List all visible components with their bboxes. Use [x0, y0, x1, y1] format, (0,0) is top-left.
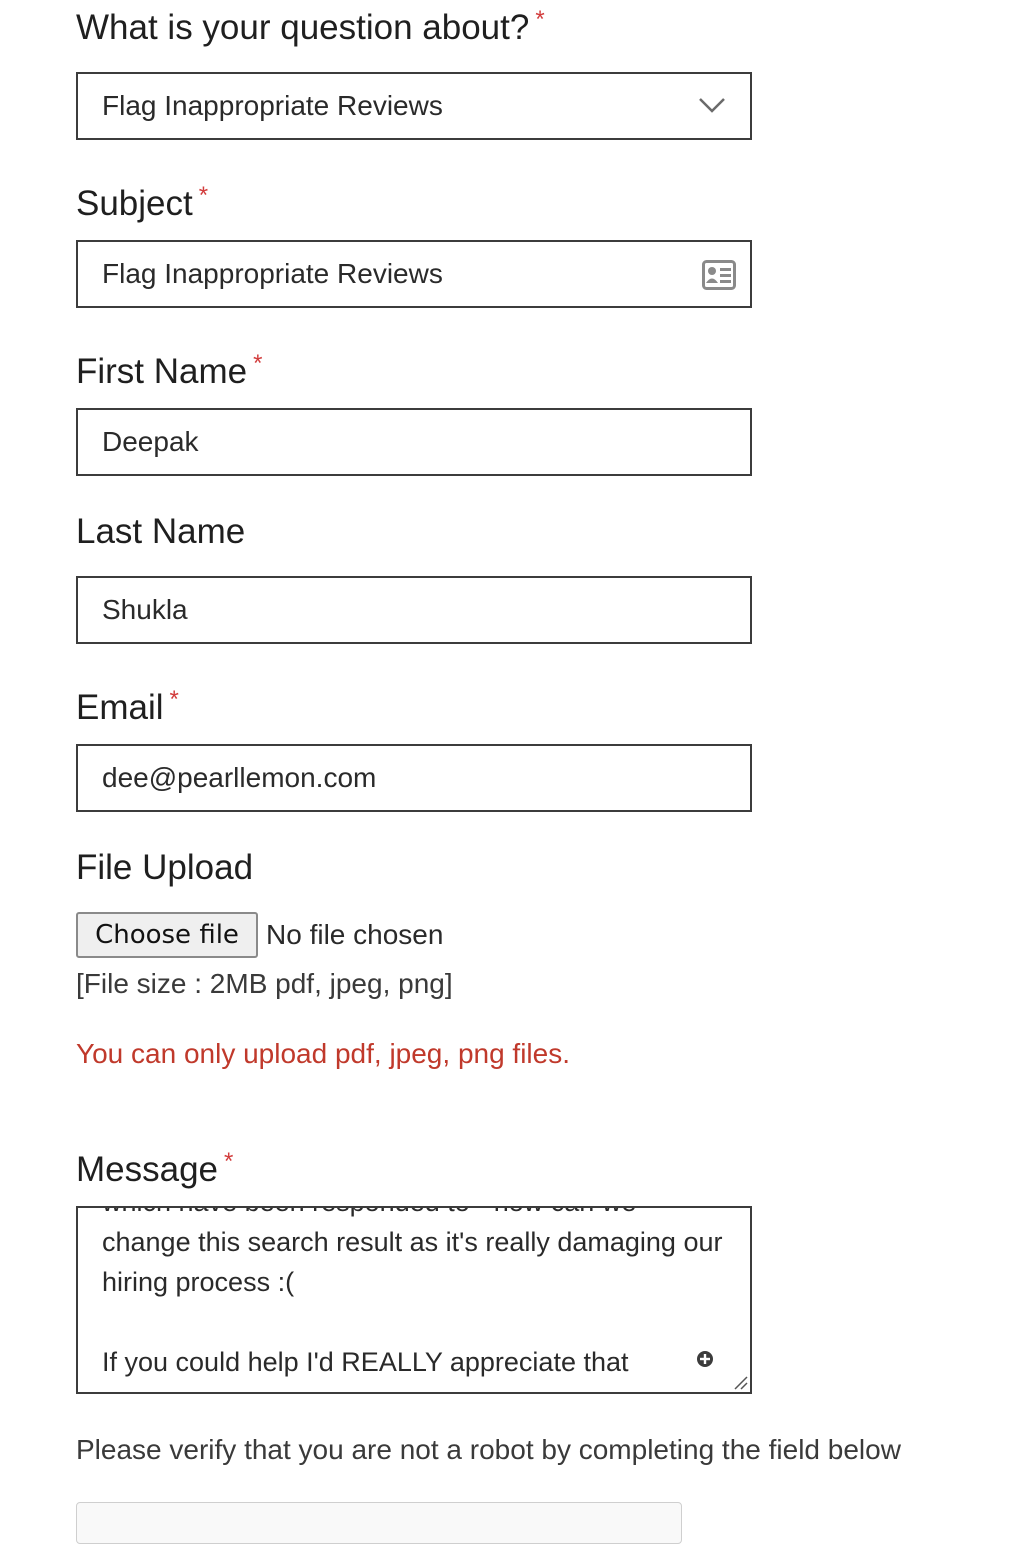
question-label: What is your question about? *	[76, 0, 545, 48]
file-status: No file chosen	[266, 919, 444, 950]
captcha-widget[interactable]	[76, 1502, 682, 1544]
expand-plus-icon[interactable]	[696, 1350, 714, 1368]
file-size-hint: [File size : 2MB pdf, jpeg, png]	[76, 968, 453, 999]
chevron-down-icon	[699, 98, 725, 113]
file-type-error: You can only upload pdf, jpeg, png files…	[76, 1038, 571, 1069]
message-line: If you could help I'd REALLY appreciate …	[102, 1347, 629, 1377]
message-line: change this search result as it's really…	[102, 1227, 723, 1257]
required-asterisk: *	[169, 686, 179, 713]
last-name-label-text: Last Name	[76, 512, 246, 551]
email-value: dee@pearllemon.com	[102, 762, 377, 793]
message-label: Message *	[76, 1142, 233, 1190]
last-name-input[interactable]: Shukla	[76, 576, 752, 644]
subject-input[interactable]: Flag Inappropriate Reviews	[76, 240, 752, 308]
first-name-label: First Name *	[76, 344, 262, 392]
last-name-label: Last Name	[76, 512, 245, 552]
required-asterisk: *	[253, 350, 263, 377]
required-asterisk: *	[535, 6, 545, 33]
captcha-instructions: Please verify that you are not a robot b…	[76, 1434, 901, 1465]
first-name-label-text: First Name	[76, 352, 248, 391]
subject-input-value: Flag Inappropriate Reviews	[102, 258, 443, 289]
contact-card-icon[interactable]	[702, 260, 736, 290]
message-line: hiring process :(	[102, 1267, 295, 1297]
message-line	[102, 1302, 732, 1342]
resize-handle-icon[interactable]	[732, 1374, 748, 1390]
choose-file-button[interactable]: Choose file	[76, 912, 258, 958]
message-textarea[interactable]: which have been responded to - how can w…	[76, 1206, 752, 1394]
subject-label-text: Subject	[76, 184, 193, 223]
first-name-value: Deepak	[102, 426, 199, 457]
first-name-input[interactable]: Deepak	[76, 408, 752, 476]
email-input[interactable]: dee@pearllemon.com	[76, 744, 752, 812]
question-select-value: Flag Inappropriate Reviews	[102, 90, 443, 121]
message-line: which have been responded to - how can w…	[102, 1208, 732, 1222]
file-upload-label: File Upload	[76, 848, 253, 888]
message-label-text: Message	[76, 1150, 219, 1189]
last-name-value: Shukla	[102, 594, 188, 625]
subject-label: Subject *	[76, 176, 208, 224]
required-asterisk: *	[224, 1148, 234, 1175]
email-label-text: Email	[76, 688, 164, 727]
question-select[interactable]: Flag Inappropriate Reviews	[76, 72, 752, 140]
question-label-text: What is your question about?	[76, 8, 530, 47]
required-asterisk: *	[198, 182, 209, 209]
email-label: Email *	[76, 680, 179, 728]
file-upload-label-text: File Upload	[76, 848, 254, 887]
